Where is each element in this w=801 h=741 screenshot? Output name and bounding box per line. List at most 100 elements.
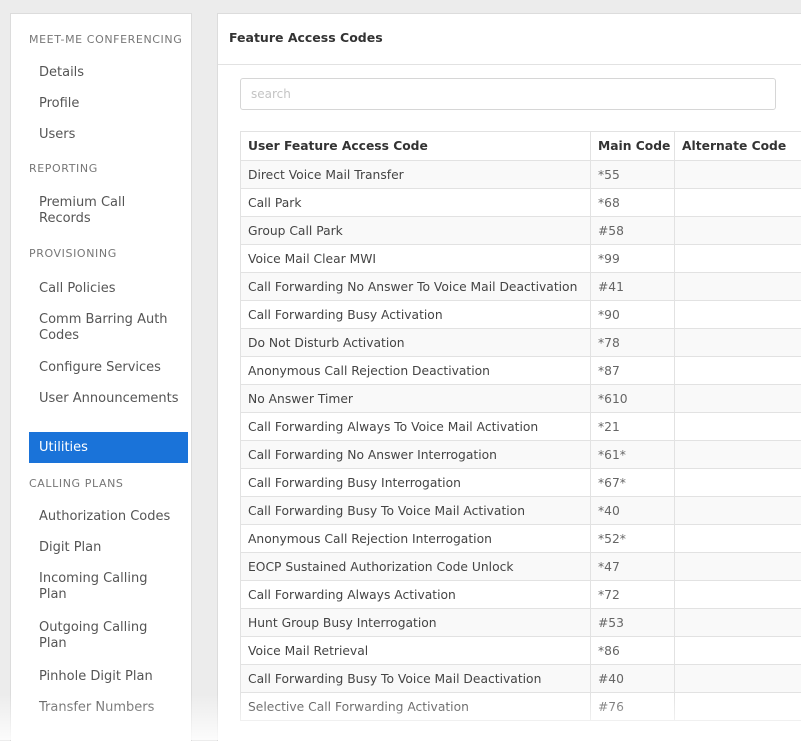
main-code-cell: *67*	[591, 469, 675, 497]
main-code-cell: #53	[591, 609, 675, 637]
section-header-reporting: REPORTING	[29, 162, 98, 175]
table-row[interactable]: Voice Mail Clear MWI*99	[241, 245, 801, 273]
feature-name-cell: No Answer Timer	[241, 385, 591, 413]
main-code-cell: *47	[591, 553, 675, 581]
main-code-cell: #40	[591, 665, 675, 693]
table-row[interactable]: Call Forwarding Always Activation*72	[241, 581, 801, 609]
feature-name-cell: Call Forwarding No Answer To Voice Mail …	[241, 273, 591, 301]
main-code-cell: *72	[591, 581, 675, 609]
table-row[interactable]: Call Park*68	[241, 189, 801, 217]
alternate-code-cell	[675, 273, 801, 301]
sidebar-item-details[interactable]: Details	[39, 65, 179, 81]
main-code-cell: #58	[591, 217, 675, 245]
alternate-code-cell	[675, 189, 801, 217]
table-row[interactable]: Call Forwarding Busy Interrogation*67*	[241, 469, 801, 497]
feature-name-cell: Hunt Group Busy Interrogation	[241, 609, 591, 637]
main-code-cell: *68	[591, 189, 675, 217]
feature-access-codes-panel: Feature Access Codes User Feature Access…	[217, 13, 801, 741]
table-row[interactable]: Selective Call Forwarding Activation#76	[241, 693, 801, 721]
feature-name-cell: Selective Call Forwarding Activation	[241, 693, 591, 721]
sidebar-item-authorization-codes[interactable]: Authorization Codes	[39, 509, 179, 525]
table-row[interactable]: Do Not Disturb Activation*78	[241, 329, 801, 357]
table-row[interactable]: Call Forwarding No Answer Interrogation*…	[241, 441, 801, 469]
sidebar-item-user-announcements[interactable]: User Announcements	[39, 391, 179, 407]
feature-name-cell: Anonymous Call Rejection Deactivation	[241, 357, 591, 385]
feature-name-cell: Call Forwarding No Answer Interrogation	[241, 441, 591, 469]
feature-codes-table-container: User Feature Access Code Main Code Alter…	[240, 131, 801, 741]
sidebar-item-premium-call-records[interactable]: Premium Call Records	[39, 195, 179, 227]
main-code-cell: *40	[591, 497, 675, 525]
feature-name-cell: Voice Mail Retrieval	[241, 637, 591, 665]
table-row[interactable]: Call Forwarding Busy To Voice Mail Activ…	[241, 497, 801, 525]
alternate-code-cell	[675, 637, 801, 665]
table-row[interactable]: Anonymous Call Rejection Interrogation*5…	[241, 525, 801, 553]
table-row[interactable]: Call Forwarding Busy To Voice Mail Deact…	[241, 665, 801, 693]
search-input[interactable]	[240, 78, 776, 110]
sidebar-item-incoming-calling-plan[interactable]: Incoming Calling Plan	[39, 571, 179, 603]
feature-name-cell: Anonymous Call Rejection Interrogation	[241, 525, 591, 553]
table-row[interactable]: Direct Voice Mail Transfer*55	[241, 161, 801, 189]
sidebar-item-transfer-numbers[interactable]: Transfer Numbers	[39, 700, 179, 716]
table-row[interactable]: Hunt Group Busy Interrogation#53	[241, 609, 801, 637]
main-code-cell: *610	[591, 385, 675, 413]
sidebar-item-digit-plan[interactable]: Digit Plan	[39, 540, 179, 556]
main-code-cell: *87	[591, 357, 675, 385]
sidebar-item-users[interactable]: Users	[39, 127, 179, 143]
sidebar-item-outgoing-calling-plan[interactable]: Outgoing Calling Plan	[39, 620, 179, 652]
title-divider	[218, 64, 801, 65]
alternate-code-cell	[675, 665, 801, 693]
table-row[interactable]: No Answer Timer*610	[241, 385, 801, 413]
table-row[interactable]: Call Forwarding No Answer To Voice Mail …	[241, 273, 801, 301]
alternate-code-cell	[675, 357, 801, 385]
table-row[interactable]: Call Forwarding Busy Activation*90	[241, 301, 801, 329]
feature-name-cell: Do Not Disturb Activation	[241, 329, 591, 357]
main-code-cell: #41	[591, 273, 675, 301]
column-header-feature-access-code[interactable]: User Feature Access Code	[241, 132, 591, 161]
column-header-main-code[interactable]: Main Code	[591, 132, 675, 161]
table-row[interactable]: EOCP Sustained Authorization Code Unlock…	[241, 553, 801, 581]
main-code-cell: *61*	[591, 441, 675, 469]
sidebar-item-profile[interactable]: Profile	[39, 96, 179, 112]
main-code-cell: *86	[591, 637, 675, 665]
sidebar-nav: MEET-ME CONFERENCING Details Profile Use…	[10, 13, 192, 741]
alternate-code-cell	[675, 581, 801, 609]
feature-name-cell: Voice Mail Clear MWI	[241, 245, 591, 273]
alternate-code-cell	[675, 553, 801, 581]
main-code-cell: *78	[591, 329, 675, 357]
column-header-alternate-code[interactable]: Alternate Code	[675, 132, 801, 161]
section-header-calling-plans: CALLING PLANS	[29, 477, 124, 490]
alternate-code-cell	[675, 217, 801, 245]
alternate-code-cell	[675, 413, 801, 441]
alternate-code-cell	[675, 497, 801, 525]
alternate-code-cell	[675, 301, 801, 329]
feature-name-cell: Call Forwarding Always Activation	[241, 581, 591, 609]
feature-name-cell: Direct Voice Mail Transfer	[241, 161, 591, 189]
main-code-cell: *99	[591, 245, 675, 273]
table-row[interactable]: Group Call Park#58	[241, 217, 801, 245]
alternate-code-cell	[675, 245, 801, 273]
sidebar-item-comm-barring-auth-codes[interactable]: Comm Barring Auth Codes	[39, 312, 179, 344]
main-code-cell: #76	[591, 693, 675, 721]
table-row[interactable]: Anonymous Call Rejection Deactivation*87	[241, 357, 801, 385]
main-code-cell: *55	[591, 161, 675, 189]
feature-name-cell: Group Call Park	[241, 217, 591, 245]
section-header-provisioning: PROVISIONING	[29, 247, 117, 260]
table-row[interactable]: Call Forwarding Always To Voice Mail Act…	[241, 413, 801, 441]
feature-name-cell: Call Park	[241, 189, 591, 217]
main-code-cell: *52*	[591, 525, 675, 553]
sidebar-item-call-policies[interactable]: Call Policies	[39, 281, 179, 297]
sidebar-item-utilities[interactable]: Utilities	[29, 432, 188, 463]
alternate-code-cell	[675, 329, 801, 357]
sidebar-item-pinhole-digit-plan[interactable]: Pinhole Digit Plan	[39, 669, 179, 685]
feature-name-cell: Call Forwarding Busy To Voice Mail Activ…	[241, 497, 591, 525]
feature-codes-table: User Feature Access Code Main Code Alter…	[240, 131, 801, 721]
feature-name-cell: Call Forwarding Busy To Voice Mail Deact…	[241, 665, 591, 693]
alternate-code-cell	[675, 441, 801, 469]
table-row[interactable]: Voice Mail Retrieval*86	[241, 637, 801, 665]
alternate-code-cell	[675, 525, 801, 553]
feature-name-cell: Call Forwarding Always To Voice Mail Act…	[241, 413, 591, 441]
section-header-meet-me-conferencing: MEET-ME CONFERENCING	[29, 33, 182, 46]
alternate-code-cell	[675, 469, 801, 497]
main-code-cell: *90	[591, 301, 675, 329]
sidebar-item-configure-services[interactable]: Configure Services	[39, 360, 179, 376]
